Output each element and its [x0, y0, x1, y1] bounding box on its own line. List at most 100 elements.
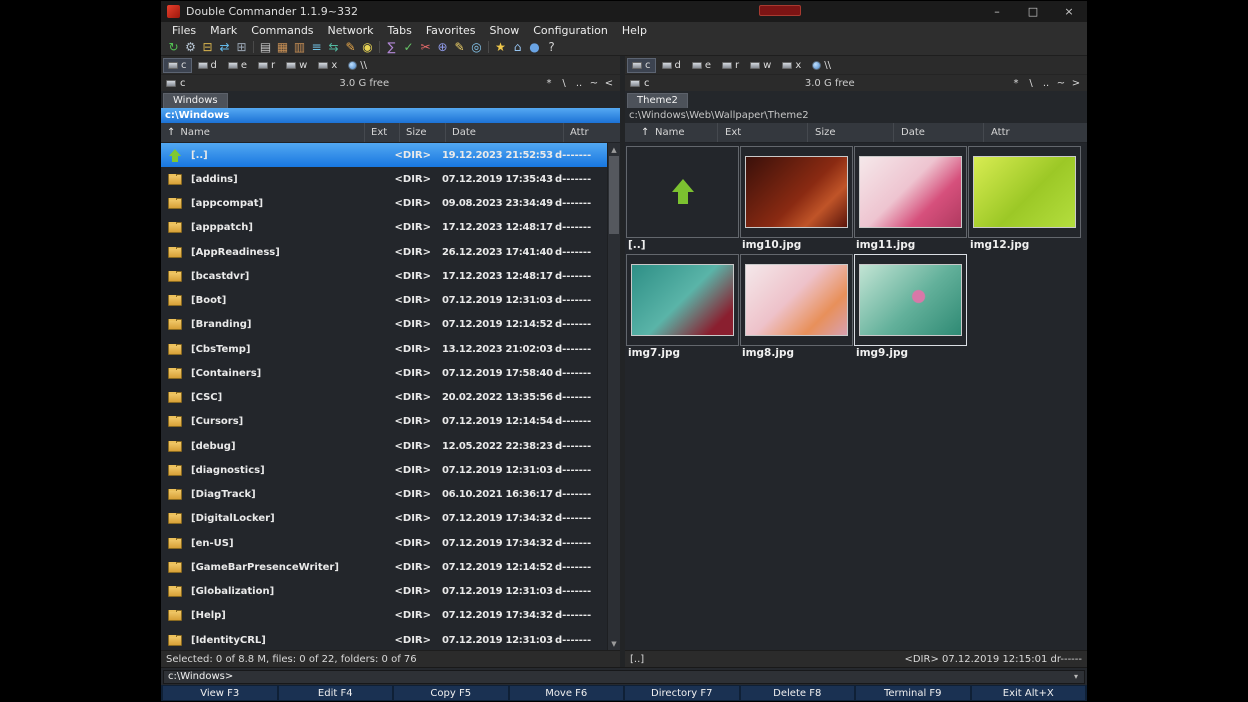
multi-rename-icon[interactable]: ✎ [342, 39, 359, 55]
scrollbar-track[interactable] [608, 156, 620, 637]
network-connect-icon[interactable]: ● [526, 39, 543, 55]
tab-theme2[interactable]: Theme2 [627, 93, 688, 108]
thumbnail-cell[interactable]: img10.jpg [740, 146, 853, 252]
column-header-size[interactable]: Size [815, 123, 836, 142]
fkey-exit-alt-x-button[interactable]: Exit Alt+X [972, 686, 1086, 700]
left-current-drive[interactable]: c [166, 78, 186, 89]
parent-dir-button[interactable]: .. [1040, 78, 1052, 89]
file-row[interactable]: [DiagTrack]<DIR>06.10.2021 16:36:17d----… [161, 483, 607, 507]
thumbnail-cell[interactable]: img9.jpg [854, 254, 967, 360]
menu-show[interactable]: Show [483, 24, 527, 37]
fkey-copy-f5-button[interactable]: Copy F5 [394, 686, 508, 700]
file-row[interactable]: [bcastdvr]<DIR>17.12.2023 12:48:17d-----… [161, 264, 607, 288]
file-row[interactable]: [DigitalLocker]<DIR>07.12.2019 17:34:32d… [161, 507, 607, 531]
file-row[interactable]: [Globalization]<DIR>07.12.2019 12:31:03d… [161, 580, 607, 604]
file-row[interactable]: [addins]<DIR>07.12.2019 17:35:43d------- [161, 167, 607, 191]
menu-favorites[interactable]: Favorites [419, 24, 483, 37]
close-button[interactable]: × [1051, 1, 1087, 22]
column-header-attr[interactable]: Attr [564, 123, 620, 142]
sync-dirs-icon[interactable]: ⇆ [325, 39, 342, 55]
drive-c-button[interactable]: c [163, 58, 192, 73]
home-dir-button[interactable]: ~ [588, 78, 600, 89]
calc-checksum-icon[interactable]: ∑ [383, 39, 400, 55]
file-row[interactable]: [Cursors]<DIR>07.12.2019 12:14:54d------… [161, 410, 607, 434]
select-mask-button[interactable]: * [1010, 78, 1022, 89]
command-line-input[interactable]: c:\Windows> ▾ [163, 670, 1085, 684]
file-row[interactable]: [apppatch]<DIR>17.12.2023 12:48:17d-----… [161, 216, 607, 240]
thumbnail-cell[interactable]: img11.jpg [854, 146, 967, 252]
file-row[interactable]: [CbsTemp]<DIR>13.12.2023 21:02:03d------… [161, 337, 607, 361]
file-row[interactable]: [Help]<DIR>07.12.2019 17:34:32d------- [161, 604, 607, 628]
column-header-name[interactable]: Name [655, 123, 685, 142]
fkey-move-f6-button[interactable]: Move F6 [510, 686, 624, 700]
home-dir-icon[interactable]: ⌂ [509, 39, 526, 55]
equal-panels-icon[interactable]: ⊞ [233, 39, 250, 55]
help-icon[interactable]: ? [543, 39, 560, 55]
drive-d-button[interactable]: d [193, 58, 222, 73]
root-dir-button[interactable]: \ [1025, 78, 1037, 89]
drive-w-button[interactable]: w [745, 58, 776, 73]
menu-tabs[interactable]: Tabs [380, 24, 418, 37]
column-header-attr[interactable]: Attr [991, 123, 1010, 142]
drive-d-button[interactable]: d [657, 58, 686, 73]
thumbnail-cell[interactable]: [..] [626, 146, 739, 252]
drive-network-button[interactable]: \\ [807, 58, 836, 73]
split-file-icon[interactable]: ✂ [417, 39, 434, 55]
file-row[interactable]: [GameBarPresenceWriter]<DIR>07.12.2019 1… [161, 555, 607, 579]
options-icon[interactable]: ⚙ [182, 39, 199, 55]
file-row[interactable]: [Containers]<DIR>07.12.2019 17:58:40d---… [161, 361, 607, 385]
compare-contents-icon[interactable]: ≡ [308, 39, 325, 55]
edit-file-icon[interactable]: ✎ [451, 39, 468, 55]
drive-x-button[interactable]: x [313, 58, 342, 73]
scroll-up-icon[interactable]: ▲ [608, 143, 620, 156]
menu-help[interactable]: Help [615, 24, 654, 37]
pack-icon[interactable]: ▦ [274, 39, 291, 55]
file-row[interactable]: [CSC]<DIR>20.02.2022 13:35:56d------- [161, 386, 607, 410]
column-header-size[interactable]: Size [400, 123, 446, 142]
scrollbar-thumb[interactable] [609, 156, 619, 234]
right-current-drive[interactable]: c [630, 78, 650, 89]
drive-c-button[interactable]: c [627, 58, 656, 73]
parent-dir-button[interactable]: .. [573, 78, 585, 89]
unpack-icon[interactable]: ▥ [291, 39, 308, 55]
maximize-button[interactable]: □ [1015, 1, 1051, 22]
drive-e-button[interactable]: e [687, 58, 716, 73]
column-header-name[interactable]: ↑Name [161, 123, 365, 142]
column-header-date[interactable]: Date [446, 123, 564, 142]
drive-network-button[interactable]: \\ [343, 58, 372, 73]
file-row[interactable]: [debug]<DIR>12.05.2022 22:38:23d------- [161, 434, 607, 458]
column-header-ext[interactable]: Ext [725, 123, 741, 142]
file-row[interactable]: [appcompat]<DIR>09.08.2023 23:34:49d----… [161, 192, 607, 216]
menu-mark[interactable]: Mark [203, 24, 244, 37]
fkey-directory-f7-button[interactable]: Directory F7 [625, 686, 739, 700]
directory-tree-icon[interactable]: ⊟ [199, 39, 216, 55]
fkey-view-f3-button[interactable]: View F3 [163, 686, 277, 700]
thumbnail-cell[interactable]: img8.jpg [740, 254, 853, 360]
file-row[interactable]: [Boot]<DIR>07.12.2019 12:31:03d------- [161, 289, 607, 313]
favorites-icon[interactable]: ★ [492, 39, 509, 55]
column-header-date[interactable]: Date [901, 123, 925, 142]
fkey-delete-f8-button[interactable]: Delete F8 [741, 686, 855, 700]
left-scrollbar[interactable]: ▲ ▼ [607, 143, 620, 650]
title-bar[interactable]: Double Commander 1.1.9~332 –□× [161, 1, 1087, 22]
fkey-edit-f4-button[interactable]: Edit F4 [279, 686, 393, 700]
file-row[interactable]: [diagnostics]<DIR>07.12.2019 12:31:03d--… [161, 458, 607, 482]
history-dropdown-icon[interactable]: ▾ [1074, 672, 1080, 681]
menu-configuration[interactable]: Configuration [526, 24, 615, 37]
drive-r-button[interactable]: r [717, 58, 744, 73]
menu-files[interactable]: Files [165, 24, 203, 37]
tab-windows[interactable]: Windows [163, 93, 228, 108]
thumbnail-cell[interactable]: img12.jpg [968, 146, 1081, 252]
search-icon[interactable]: ◉ [359, 39, 376, 55]
file-row[interactable]: [AppReadiness]<DIR>26.12.2023 17:41:40d-… [161, 240, 607, 264]
home-dir-button[interactable]: ~ [1055, 78, 1067, 89]
history-forward-button[interactable]: > [1070, 78, 1082, 89]
file-row[interactable]: [..]<DIR>19.12.2023 21:52:53d------- [161, 143, 607, 167]
root-dir-button[interactable]: \ [558, 78, 570, 89]
right-path-bar[interactable]: c:\Windows\Web\Wallpaper\Theme2 [625, 108, 1087, 123]
view-file-icon[interactable]: ◎ [468, 39, 485, 55]
refresh-icon[interactable]: ↻ [165, 39, 182, 55]
fkey-terminal-f9-button[interactable]: Terminal F9 [856, 686, 970, 700]
drive-x-button[interactable]: x [777, 58, 806, 73]
select-mask-button[interactable]: * [543, 78, 555, 89]
